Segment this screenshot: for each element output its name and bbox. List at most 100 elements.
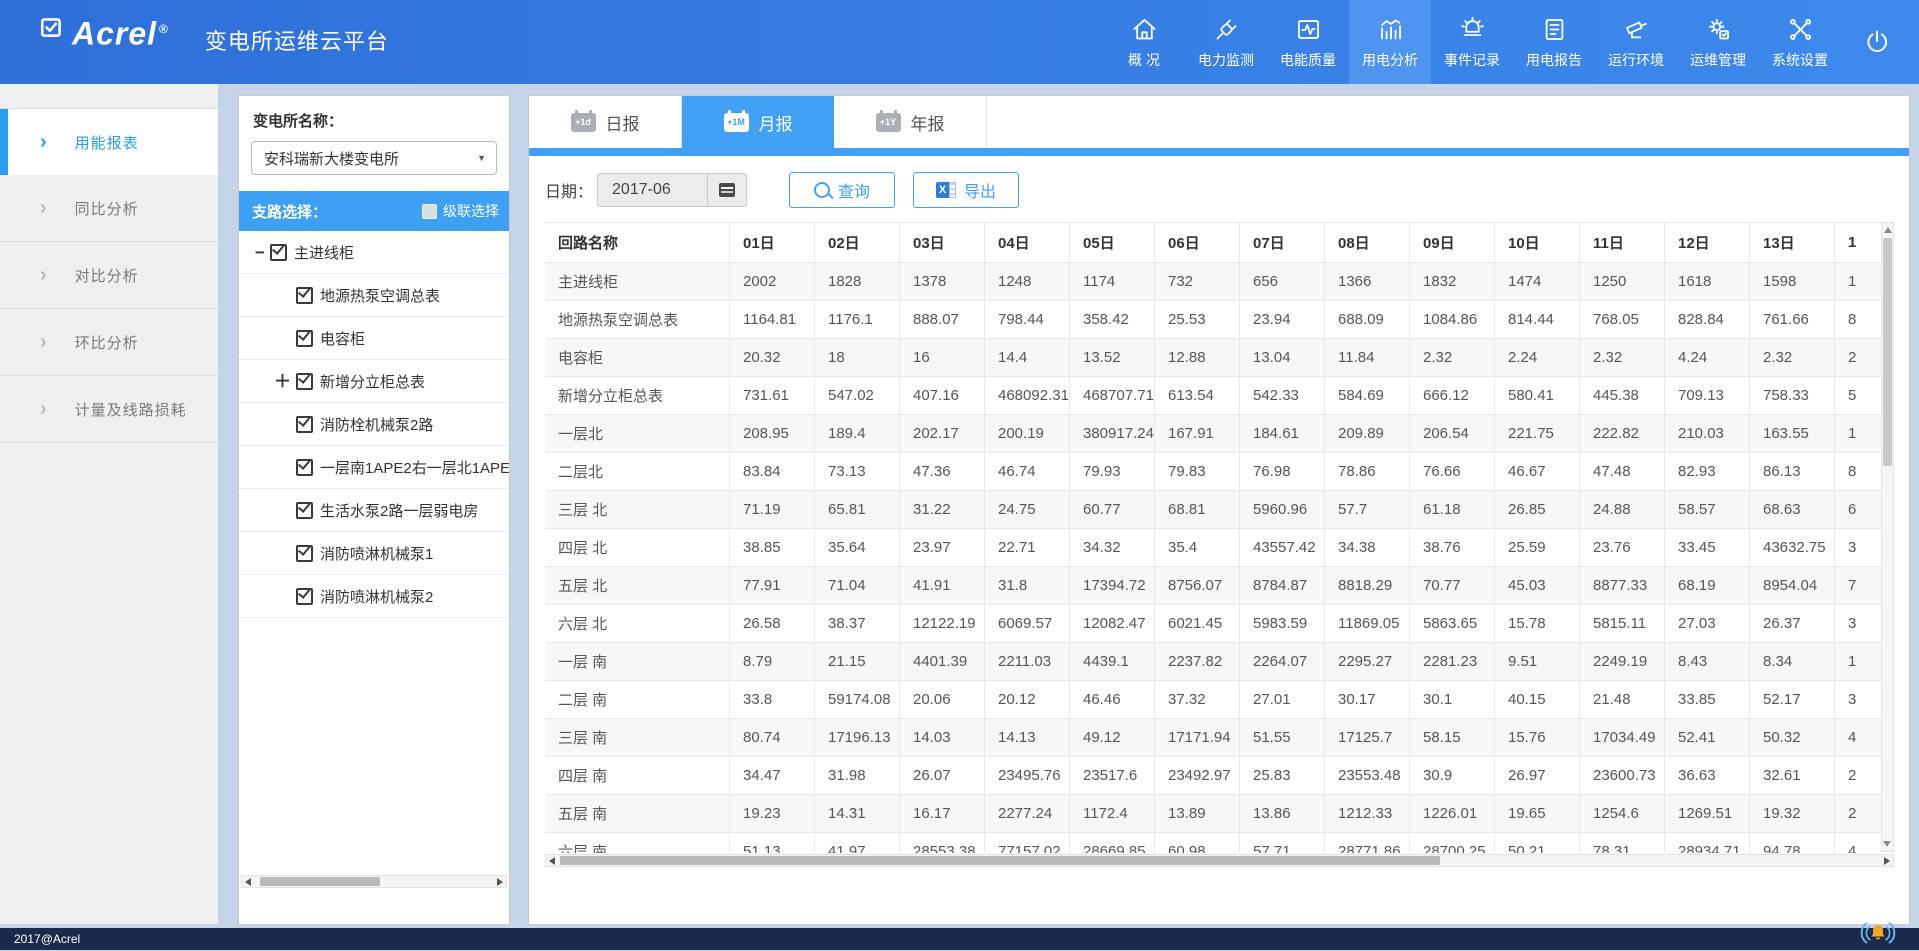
scroll-left-arrow-icon[interactable] bbox=[245, 878, 251, 886]
value-cell: 814.44 bbox=[1495, 301, 1580, 338]
nav-item-label: 概 况 bbox=[1128, 50, 1160, 70]
nav-item-environment[interactable]: 运行环境 bbox=[1595, 0, 1677, 84]
value-cell: 51.13 bbox=[730, 833, 815, 853]
sidebar-item[interactable]: ›同比分析 bbox=[0, 175, 218, 242]
checkbox-checked-icon[interactable] bbox=[296, 330, 313, 347]
circuit-name-cell: 四层 南 bbox=[545, 757, 730, 794]
scroll-down-arrow-icon[interactable] bbox=[1883, 841, 1891, 847]
tree-node[interactable]: 生活水泵2路一层弱电房 bbox=[239, 489, 509, 532]
system-settings-icon bbox=[1787, 15, 1814, 45]
value-cell: 358.42 bbox=[1070, 301, 1155, 338]
value-cell: 13.52 bbox=[1070, 339, 1155, 376]
tab-+1M[interactable]: +1M月报 bbox=[682, 96, 834, 148]
query-button[interactable]: 查询 bbox=[789, 172, 895, 208]
tree-horizontal-scrollbar[interactable] bbox=[241, 875, 507, 888]
value-cell: 20.12 bbox=[985, 681, 1070, 718]
export-button[interactable]: X 导出 bbox=[913, 172, 1019, 208]
value-cell: 8954.04 bbox=[1750, 567, 1835, 604]
scroll-right-arrow-icon[interactable] bbox=[497, 878, 503, 886]
value-cell: 8818.29 bbox=[1325, 567, 1410, 604]
station-select[interactable]: 安科瑞新大楼变电所 ▼ bbox=[251, 141, 497, 175]
value-cell: 1828 bbox=[815, 263, 900, 300]
tree-node[interactable]: 地源热泵空调总表 bbox=[239, 274, 509, 317]
checkbox-checked-icon[interactable] bbox=[296, 416, 313, 433]
date-input[interactable]: 2017-06 bbox=[597, 173, 747, 207]
nav-item-label: 电能质量 bbox=[1280, 50, 1336, 70]
station-name-label: 变电所名称： bbox=[253, 110, 509, 131]
checkbox-checked-icon[interactable] bbox=[296, 588, 313, 605]
query-button-label: 查询 bbox=[838, 178, 870, 202]
checkbox-checked-icon[interactable] bbox=[296, 373, 313, 390]
tree-node[interactable]: 消防喷淋机械泵1 bbox=[239, 532, 509, 575]
table-row: 一层 南8.7921.154401.392211.034439.12237.82… bbox=[545, 643, 1881, 681]
tree-node[interactable]: − 主进线柜 bbox=[239, 231, 509, 274]
scrollbar-thumb[interactable] bbox=[1883, 238, 1892, 466]
value-cell-clipped: 3 bbox=[1835, 529, 1881, 566]
checkbox-checked-icon[interactable] bbox=[296, 459, 313, 476]
collapse-minus-icon[interactable]: − bbox=[255, 244, 265, 261]
nav-item-power-quality[interactable]: 电能质量 bbox=[1267, 0, 1349, 84]
value-cell: 38.37 bbox=[815, 605, 900, 642]
table-header-row: 回路名称01日02日03日04日05日06日07日08日09日10日11日12日… bbox=[545, 223, 1881, 263]
sidebar-item[interactable]: ›用能报表 bbox=[0, 108, 218, 175]
tree-node[interactable]: 消防栓机械泵2路 bbox=[239, 403, 509, 446]
tree-node-label: 消防喷淋机械泵1 bbox=[320, 543, 433, 564]
circuit-name-cell: 二层 南 bbox=[545, 681, 730, 718]
value-cell: 79.93 bbox=[1070, 453, 1155, 490]
sidebar-item[interactable]: ›对比分析 bbox=[0, 242, 218, 309]
value-cell: 32.61 bbox=[1750, 757, 1835, 794]
value-cell-clipped: 8 bbox=[1835, 453, 1881, 490]
sidebar-item[interactable]: ›计量及线路损耗 bbox=[0, 376, 218, 443]
scrollbar-thumb[interactable] bbox=[560, 856, 1440, 865]
registered-mark: ® bbox=[159, 22, 169, 36]
value-cell: 47.48 bbox=[1580, 453, 1665, 490]
expand-plus-icon[interactable]: ＋ bbox=[274, 373, 291, 390]
value-cell: 49.12 bbox=[1070, 719, 1155, 756]
nav-item-system-settings[interactable]: 系统设置 bbox=[1759, 0, 1841, 84]
scroll-right-arrow-icon[interactable] bbox=[1884, 857, 1890, 865]
nav-item-ops-management[interactable]: 运维管理 bbox=[1677, 0, 1759, 84]
checkbox-checked-icon[interactable] bbox=[296, 287, 313, 304]
nav-item-usage-analysis[interactable]: 用电分析 bbox=[1349, 0, 1431, 84]
circuit-name-cell: 三层 北 bbox=[545, 491, 730, 528]
value-cell: 60.77 bbox=[1070, 491, 1155, 528]
tree-node[interactable]: 电容柜 bbox=[239, 317, 509, 360]
value-cell: 20.32 bbox=[730, 339, 815, 376]
table-vertical-scrollbar[interactable] bbox=[1881, 222, 1894, 852]
value-cell: 30.9 bbox=[1410, 757, 1495, 794]
footer-bar: 2017@Acrel bbox=[0, 928, 1919, 950]
table-horizontal-scrollbar[interactable] bbox=[545, 854, 1894, 867]
value-cell: 33.45 bbox=[1665, 529, 1750, 566]
tab-+1Y[interactable]: +1Y年报 bbox=[834, 96, 987, 148]
tree-node[interactable]: ＋新增分立柜总表 bbox=[239, 360, 509, 403]
alarm-bell-button[interactable] bbox=[1859, 920, 1897, 951]
sidebar-item[interactable]: ›环比分析 bbox=[0, 309, 218, 376]
tree-node-label: 主进线柜 bbox=[294, 242, 354, 263]
date-label: 日期： bbox=[545, 178, 593, 202]
value-cell: 1226.01 bbox=[1410, 795, 1495, 832]
tree-node[interactable]: 一层南1APE2右一层北1APE1左 bbox=[239, 446, 509, 489]
date-picker-button[interactable] bbox=[707, 174, 746, 206]
nav-item-usage-report[interactable]: 用电报告 bbox=[1513, 0, 1595, 84]
scrollbar-thumb[interactable] bbox=[260, 877, 380, 886]
chevron-down-icon: ▼ bbox=[477, 153, 486, 163]
scroll-up-arrow-icon[interactable] bbox=[1884, 227, 1892, 233]
value-cell: 2.32 bbox=[1750, 339, 1835, 376]
checkbox-checked-icon[interactable] bbox=[296, 502, 313, 519]
nav-item-event-log[interactable]: 事件记录 bbox=[1431, 0, 1513, 84]
logout-power-button[interactable] bbox=[1841, 0, 1913, 84]
nav-item-power-monitor[interactable]: 电力监测 bbox=[1185, 0, 1267, 84]
tab-+1d[interactable]: +1d日报 bbox=[529, 96, 682, 148]
checkbox-checked-icon[interactable] bbox=[270, 244, 287, 261]
sidebar-item-label: 环比分析 bbox=[75, 332, 139, 353]
scroll-left-arrow-icon[interactable] bbox=[549, 857, 555, 865]
top-header-bar: Acrel® 变电所运维云平台 概 况电力监测电能质量用电分析事件记录用电报告运… bbox=[0, 0, 1919, 84]
tree-node[interactable]: 消防喷淋机械泵2 bbox=[239, 575, 509, 618]
checkbox-checked-icon[interactable] bbox=[296, 545, 313, 562]
report-tabs: +1d日报+1M月报+1Y年报 bbox=[529, 96, 1909, 148]
value-cell: 2237.82 bbox=[1155, 643, 1240, 680]
cascade-select-checkbox[interactable]: 级联选择 bbox=[422, 201, 499, 221]
value-cell: 688.09 bbox=[1325, 301, 1410, 338]
nav-item-home[interactable]: 概 况 bbox=[1103, 0, 1185, 84]
value-cell: 43632.75 bbox=[1750, 529, 1835, 566]
